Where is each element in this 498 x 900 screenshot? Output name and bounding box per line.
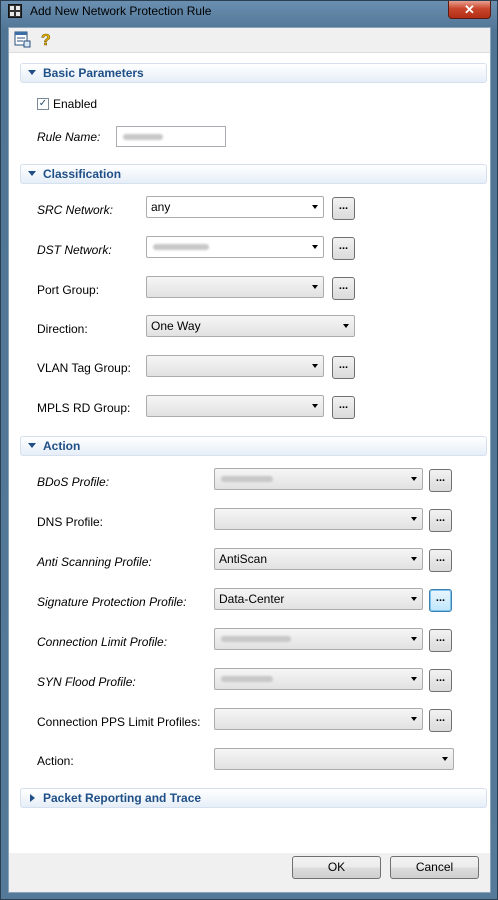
vlan-tag-group-select[interactable] (146, 355, 324, 377)
toolbar: ? (9, 28, 490, 50)
connection-limit-profile-browse-button[interactable]: ... (429, 629, 452, 652)
port-group-browse-button[interactable]: ... (332, 277, 355, 300)
rule-name-input[interactable] (116, 126, 226, 147)
direction-label: Direction: (37, 322, 88, 336)
vlan-tag-group-browse-button[interactable]: ... (332, 356, 355, 379)
collapse-arrow-icon (28, 171, 36, 176)
bdos-profile-label: BDoS Profile: (37, 475, 110, 489)
dst-network-browse-button[interactable]: ... (332, 237, 355, 260)
connection-pps-limit-profiles-browse-button[interactable]: ... (429, 709, 452, 732)
syn-flood-profile-browse-button[interactable]: ... (429, 669, 452, 692)
connection-pps-limit-profiles-select[interactable] (214, 708, 423, 730)
vlan-tag-group-label: VLAN Tag Group: (37, 361, 131, 375)
app-icon (8, 4, 22, 18)
collapse-arrow-icon (28, 70, 36, 75)
svg-text:?: ? (41, 32, 51, 48)
src-network-select[interactable]: any (146, 196, 324, 218)
title-bar[interactable]: Add New Network Protection Rule ✕ (1, 1, 497, 23)
enabled-checkbox[interactable]: ✓ (37, 98, 49, 110)
expand-arrow-icon (30, 794, 35, 802)
section-action[interactable]: Action (20, 436, 487, 456)
section-packet-reporting-and-trace[interactable]: Packet Reporting and Trace (20, 788, 487, 808)
dns-profile-browse-button[interactable]: ... (429, 509, 452, 532)
enabled-label: Enabled (53, 97, 98, 111)
dst-network-select[interactable] (146, 236, 324, 258)
bdos-profile-browse-button[interactable]: ... (429, 469, 452, 492)
port-group-select[interactable] (146, 276, 324, 298)
section-classification[interactable]: Classification (20, 164, 487, 184)
section-basic-parameters[interactable]: Basic Parameters (20, 63, 487, 83)
section-title: Action (43, 439, 81, 453)
close-button[interactable]: ✕ (448, 1, 491, 19)
mpls-rd-group-browse-button[interactable]: ... (332, 396, 355, 419)
dialog-client-area: ? Basic Parameters ✓ Enabled Rule Name: … (8, 27, 491, 893)
signature-protection-profile-label: Signature Protection Profile: (37, 595, 187, 609)
dialog-window: Add New Network Protection Rule ✕ ? Basi… (0, 0, 498, 900)
rule-name-label: Rule Name: (37, 130, 101, 144)
help-icon[interactable]: ? (37, 30, 55, 48)
mpls-rd-group-select[interactable] (146, 395, 324, 417)
cancel-button[interactable]: Cancel (390, 856, 479, 879)
anti-scanning-profile-browse-button[interactable]: ... (429, 549, 452, 572)
src-network-browse-button[interactable]: ... (332, 197, 355, 220)
dst-network-label: DST Network: (37, 243, 112, 257)
bdos-profile-select[interactable] (214, 468, 423, 490)
section-title: Classification (43, 167, 122, 181)
section-title: Packet Reporting and Trace (43, 791, 202, 805)
window-title: Add New Network Protection Rule (30, 4, 212, 18)
connection-pps-limit-profiles-label: Connection PPS Limit Profiles: (37, 715, 201, 729)
signature-protection-profile-browse-button[interactable]: ... (429, 589, 452, 612)
connection-limit-profile-label: Connection Limit Profile: (37, 635, 168, 649)
connection-limit-profile-select[interactable] (214, 628, 423, 650)
action-select[interactable] (214, 748, 454, 770)
direction-select[interactable]: One Way (146, 315, 355, 337)
dns-profile-select[interactable] (214, 508, 423, 530)
properties-icon[interactable] (13, 30, 31, 48)
collapse-arrow-icon (28, 443, 36, 448)
syn-flood-profile-select[interactable] (214, 668, 423, 690)
port-group-label: Port Group: (37, 283, 100, 297)
src-network-label: SRC Network: (37, 203, 114, 217)
anti-scanning-profile-select[interactable]: AntiScan (214, 548, 423, 570)
anti-scanning-profile-label: Anti Scanning Profile: (37, 555, 152, 569)
mpls-rd-group-label: MPLS RD Group: (37, 401, 131, 415)
signature-protection-profile-select[interactable]: Data-Center (214, 588, 423, 610)
dns-profile-label: DNS Profile: (37, 515, 104, 529)
ok-button[interactable]: OK (292, 856, 381, 879)
section-title: Basic Parameters (43, 66, 144, 80)
action-label: Action: (37, 754, 74, 768)
form-content: Basic Parameters ✓ Enabled Rule Name: Cl… (9, 52, 490, 853)
syn-flood-profile-label: SYN Flood Profile: (37, 675, 136, 689)
